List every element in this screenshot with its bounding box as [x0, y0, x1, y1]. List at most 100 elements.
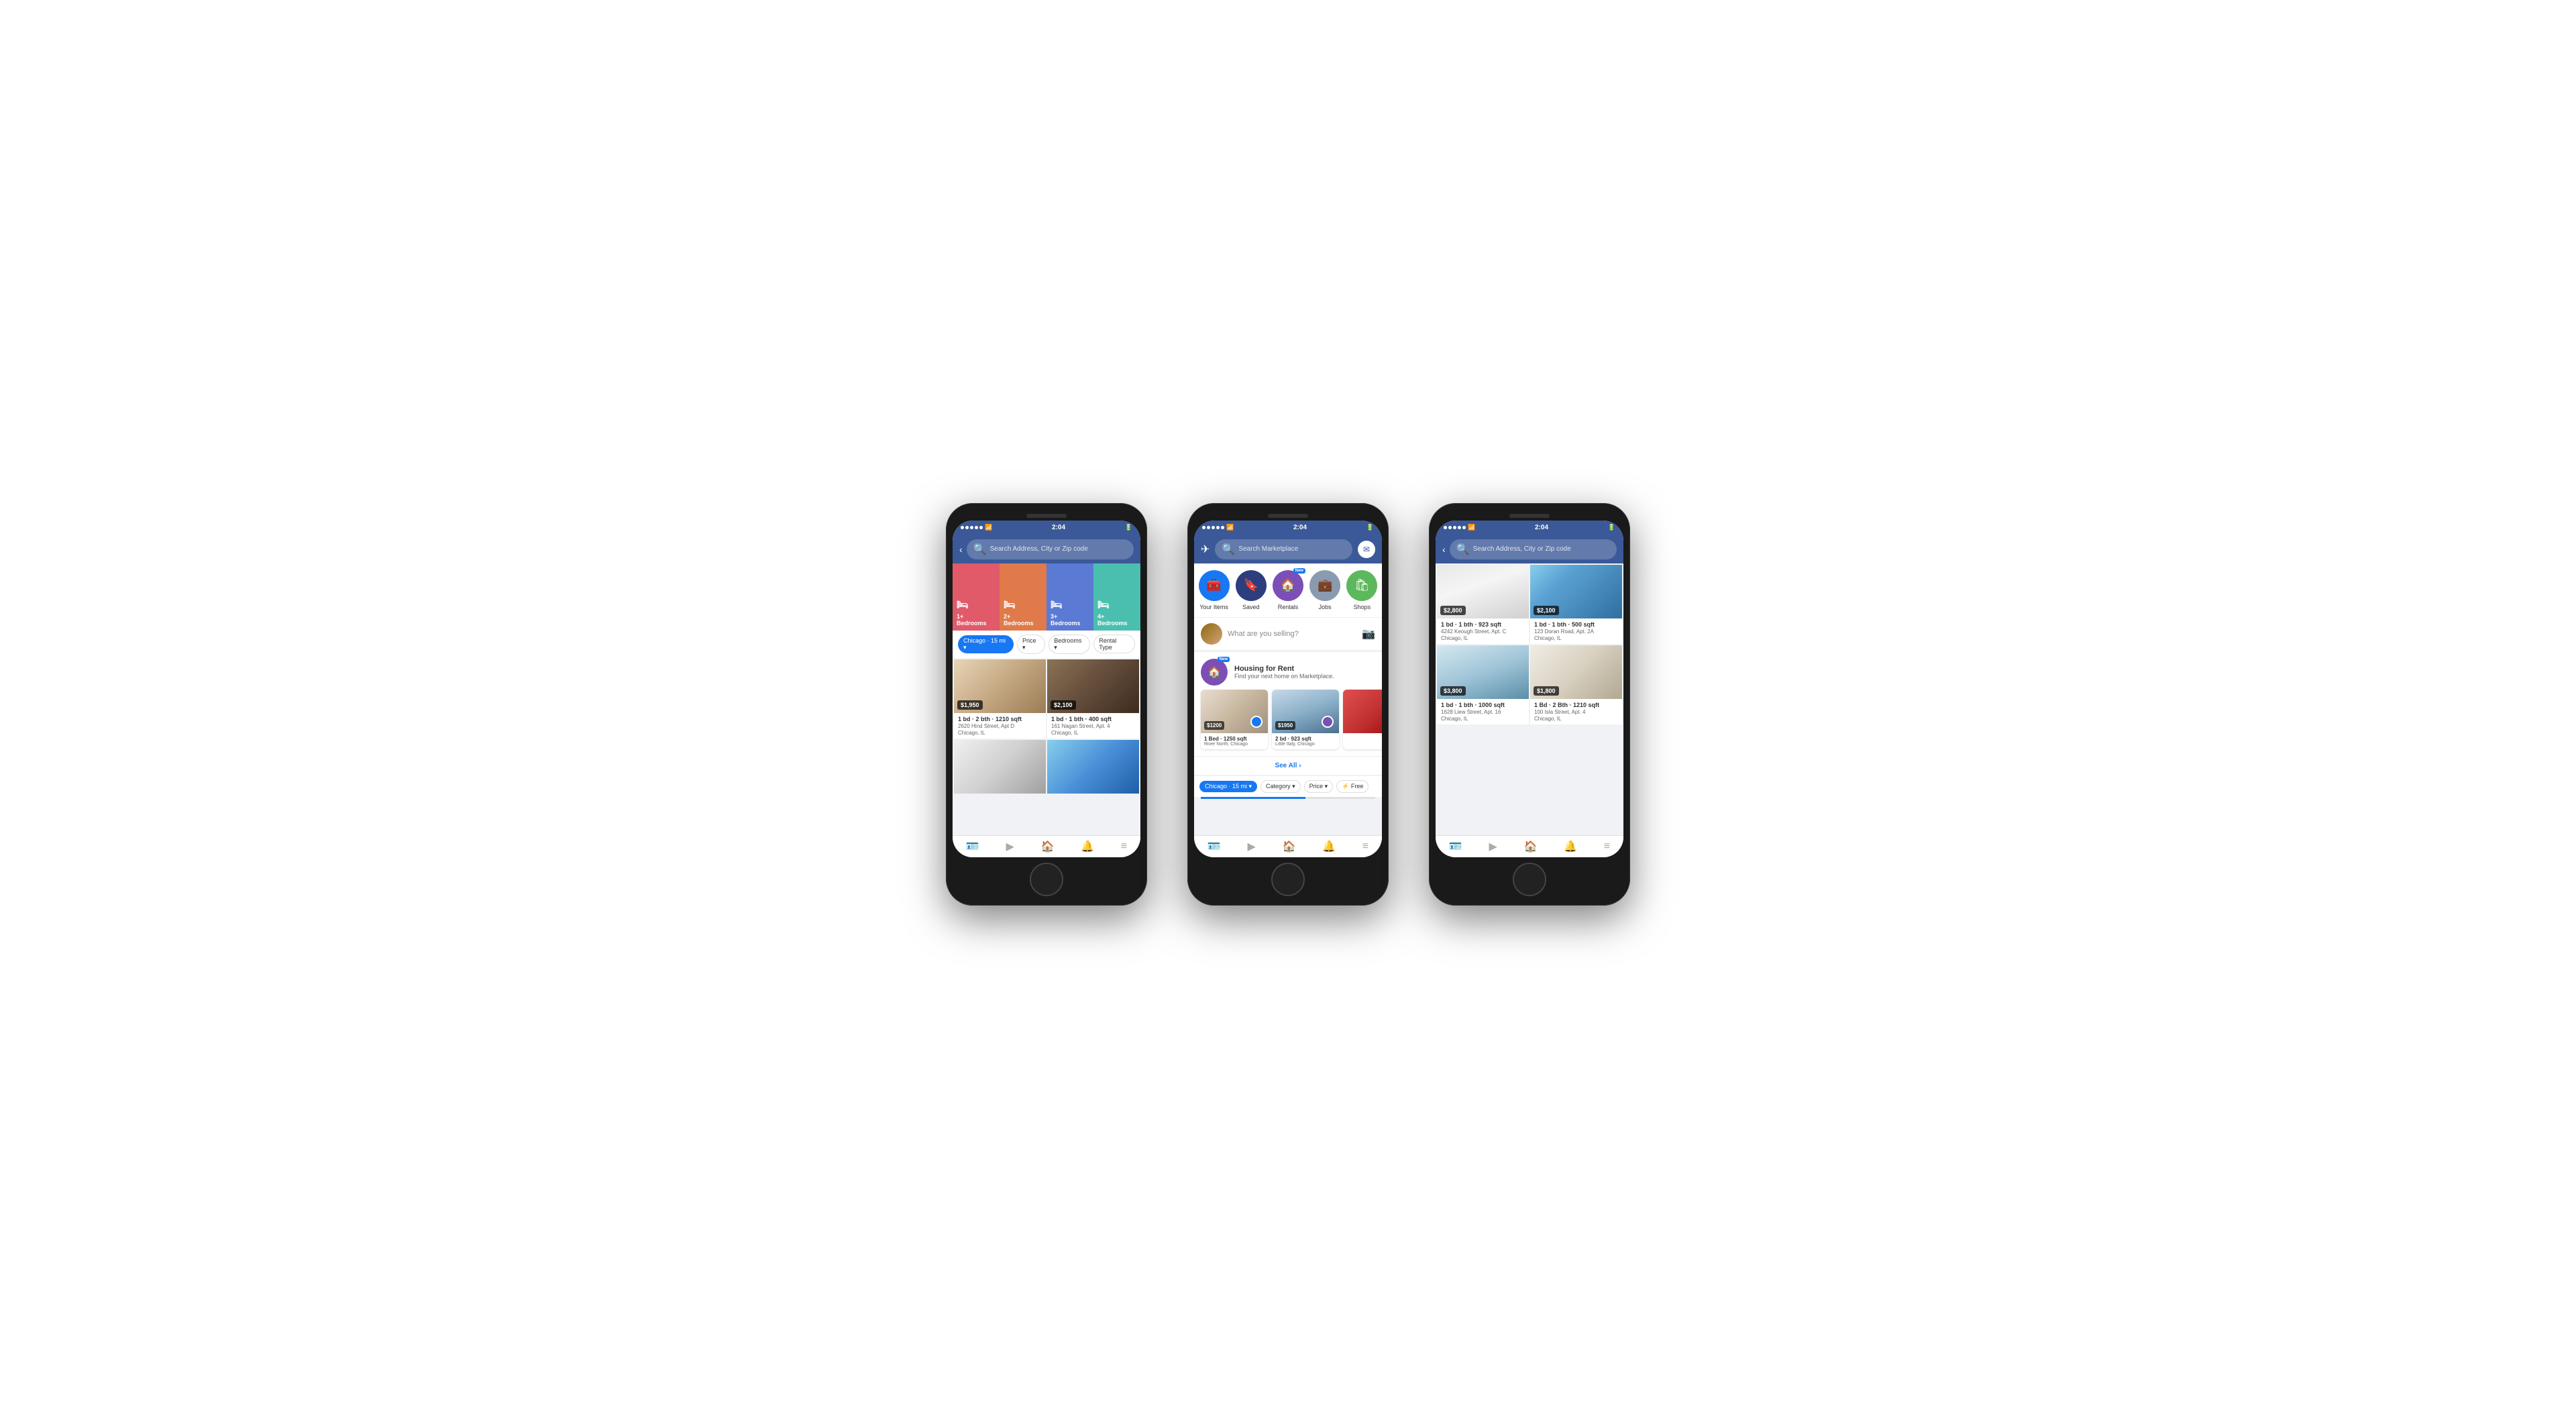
search-bar-left[interactable]: 🔍 Search Address, City or Zip code [967, 539, 1134, 559]
search-icon-left: 🔍 [973, 543, 987, 556]
horiz-specs-1: 2 bd · 923 sqft [1275, 736, 1336, 742]
grid-city-right-1: Chicago, IL [1534, 635, 1618, 641]
location-filter-label-center: Chicago · 15 mi ▾ [1205, 783, 1252, 790]
bottom-nav-right: 🪪 ▶ 🏠 🔔 ≡ [1436, 835, 1623, 857]
listing-price-left-1: $2,100 [1051, 700, 1076, 710]
category-your-items[interactable]: 🧰 Your Items [1199, 570, 1230, 610]
bedroom-tile-4[interactable]: 🛏 4+Bedrooms [1093, 563, 1140, 631]
search-icon-center: 🔍 [1222, 543, 1235, 556]
see-all-label: See All › [1275, 762, 1301, 769]
listing-info-left-0: 1 bd · 2 bth · 1210 sqft 2620 Hind Stree… [954, 713, 1046, 739]
bedrooms-filter-left[interactable]: Bedrooms ▾ [1049, 635, 1090, 654]
horizontal-cards: $1200 1 Bed · 1250 sqft River North, Chi… [1194, 690, 1382, 756]
saved-circle: 🔖 [1236, 570, 1267, 601]
send-icon-center[interactable]: ✈ [1201, 543, 1210, 556]
see-all-bar[interactable]: See All › [1194, 756, 1382, 775]
home-button-center[interactable] [1271, 863, 1305, 896]
grid-info-right-3: 1 Bd · 2 Bth · 1210 sqft 100 Isla Street… [1530, 699, 1622, 724]
bottom-nav-feed-center[interactable]: 🪪 [1208, 840, 1221, 853]
horiz-card-1[interactable]: $1950 2 bd · 923 sqft Little Italy, Chic… [1272, 690, 1339, 749]
horiz-card-2[interactable] [1343, 690, 1382, 749]
category-saved[interactable]: 🔖 Saved [1236, 570, 1267, 610]
category-rentals[interactable]: 🏠 New Rentals [1273, 570, 1303, 610]
search-bar-right[interactable]: 🔍 Search Address, City or Zip code [1450, 539, 1617, 559]
phones-container: 📶 2:04 🔋 ‹ 🔍 Search Address, City or Zip… [946, 503, 1630, 906]
bottom-nav-video-center[interactable]: ▶ [1247, 840, 1255, 853]
wifi-icon-right: 📶 [1468, 524, 1475, 531]
status-bar-left: 📶 2:04 🔋 [953, 521, 1140, 535]
home-button-right[interactable] [1513, 863, 1546, 896]
phone-speaker-left [1026, 514, 1067, 518]
bottom-nav-marketplace-right[interactable]: 🏠 [1523, 840, 1537, 853]
price-filter-left[interactable]: Price ▾ [1017, 635, 1045, 654]
grid-card-right-2[interactable]: $3,800 1 bd · 1 bth · 1000 sqft 1628 Lie… [1437, 645, 1529, 724]
sell-input[interactable]: What are you selling? [1228, 630, 1356, 638]
signal-dot [1453, 526, 1456, 529]
bottom-nav-menu-center[interactable]: ≡ [1362, 841, 1368, 853]
screen-content-left: 🛏 1+Bedrooms 🛏 2+Bedrooms 🛏 3+Bedrooms 🛏… [953, 563, 1140, 835]
signal-dot [1216, 526, 1220, 529]
status-bar-center: 📶 2:04 🔋 [1194, 521, 1382, 535]
grid-info-right-2: 1 bd · 1 bth · 1000 sqft 1628 Liew Stree… [1437, 699, 1529, 724]
listing-card-left-2[interactable] [954, 740, 1046, 794]
nav-bar-center: ✈ 🔍 Search Marketplace ✉ [1194, 535, 1382, 563]
bottom-nav-bell-left[interactable]: 🔔 [1081, 840, 1094, 853]
price-filter-center[interactable]: Price ▾ [1304, 780, 1334, 793]
listing-card-left-1[interactable]: $2,100 1 bd · 1 bth · 400 sqft 161 Nagan… [1047, 659, 1139, 739]
jobs-circle: 💼 [1309, 570, 1340, 601]
bottom-nav-bell-center[interactable]: 🔔 [1322, 840, 1336, 853]
bedroom-tile-2[interactable]: 🛏 2+Bedrooms [1000, 563, 1046, 631]
bedroom-tile-3[interactable]: 🛏 3+Bedrooms [1046, 563, 1093, 631]
camera-icon[interactable]: 📷 [1362, 627, 1375, 641]
home-button-left[interactable] [1030, 863, 1063, 896]
category-shops[interactable]: 🛍 Shops [1346, 570, 1377, 610]
grid-card-right-3[interactable]: $1,800 1 Bd · 2 Bth · 1210 sqft 100 Isla… [1530, 645, 1622, 724]
bedroom-tile-1[interactable]: 🛏 1+Bedrooms [953, 563, 1000, 631]
status-time-left: 2:04 [1052, 524, 1065, 531]
bottom-nav-video-left[interactable]: ▶ [1006, 840, 1014, 853]
bottom-nav-menu-right[interactable]: ≡ [1604, 841, 1610, 853]
bottom-nav-menu-left[interactable]: ≡ [1121, 841, 1127, 853]
messenger-button-center[interactable]: ✉ [1358, 541, 1375, 558]
category-filter-center[interactable]: Category ▾ [1260, 780, 1301, 793]
housing-icon-circle: 🏠 New [1201, 659, 1228, 686]
signal-dots-right [1444, 526, 1466, 529]
bottom-nav-marketplace-left[interactable]: 🏠 [1040, 840, 1054, 853]
status-right-right: 🔋 [1608, 524, 1615, 531]
listing-img-left-0: $1,950 [954, 659, 1046, 713]
bottom-nav-feed-left[interactable]: 🪪 [966, 840, 979, 853]
rentals-new-badge: New [1293, 568, 1305, 574]
status-left-right: 📶 [1444, 524, 1475, 531]
back-button-right[interactable]: ‹ [1442, 544, 1446, 555]
category-row: 🧰 Your Items 🔖 Saved 🏠 New [1194, 563, 1382, 618]
rental-type-filter-left[interactable]: Rental Type [1093, 635, 1135, 653]
grid-card-right-0[interactable]: $2,800 1 bd · 1 bth · 923 sqft 4242 Keou… [1437, 565, 1529, 644]
listing-addr-left-1: 161 Nagan Street, Apt. 4 [1051, 723, 1135, 729]
grid-price-right-3: $1,800 [1534, 686, 1559, 696]
listing-info-left-1: 1 bd · 1 bth · 400 sqft 161 Nagan Street… [1047, 713, 1139, 739]
horiz-card-0[interactable]: $1200 1 Bed · 1250 sqft River North, Chi… [1201, 690, 1268, 749]
back-button-left[interactable]: ‹ [959, 544, 963, 555]
grid-info-right-0: 1 bd · 1 bth · 923 sqft 4242 Keough Stre… [1437, 618, 1529, 644]
grid-card-right-1[interactable]: $2,100 1 bd · 1 bth · 500 sqft 123 Doran… [1530, 565, 1622, 644]
phone-screen-center: 📶 2:04 🔋 ✈ 🔍 Search Marketplace ✉ [1194, 521, 1382, 857]
bottom-nav-marketplace-center[interactable]: 🏠 [1282, 840, 1295, 853]
saved-label: Saved [1242, 604, 1260, 610]
listing-card-left-0[interactable]: $1,950 1 bd · 2 bth · 1210 sqft 2620 Hin… [954, 659, 1046, 739]
screen-content-right: $2,800 1 bd · 1 bth · 923 sqft 4242 Keou… [1436, 563, 1623, 835]
listing-specs-left-0: 1 bd · 2 bth · 1210 sqft [958, 716, 1042, 722]
bottom-nav-video-right[interactable]: ▶ [1489, 840, 1497, 853]
location-filter-label-left: Chicago · 15 mi ▾ [963, 637, 1008, 651]
listing-addr-left-0: 2620 Hind Street, Apt D [958, 723, 1042, 729]
category-jobs[interactable]: 💼 Jobs [1309, 570, 1340, 610]
search-bar-center[interactable]: 🔍 Search Marketplace [1215, 539, 1352, 559]
free-filter-center[interactable]: ⚡ Free [1336, 780, 1368, 793]
bottom-nav-feed-right[interactable]: 🪪 [1449, 840, 1462, 853]
bottom-nav-bell-right[interactable]: 🔔 [1564, 840, 1577, 853]
location-filter-center[interactable]: Chicago · 15 mi ▾ [1199, 781, 1257, 792]
listing-card-left-3[interactable] [1047, 740, 1139, 794]
section-header: 🏠 New Housing for Rent Find your next ho… [1194, 652, 1382, 690]
rental-type-label-left: Rental Type [1099, 637, 1116, 651]
phone-screen-right: 📶 2:04 🔋 ‹ 🔍 Search Address, City or Zip… [1436, 521, 1623, 857]
location-filter-left[interactable]: Chicago · 15 mi ▾ [958, 635, 1014, 653]
